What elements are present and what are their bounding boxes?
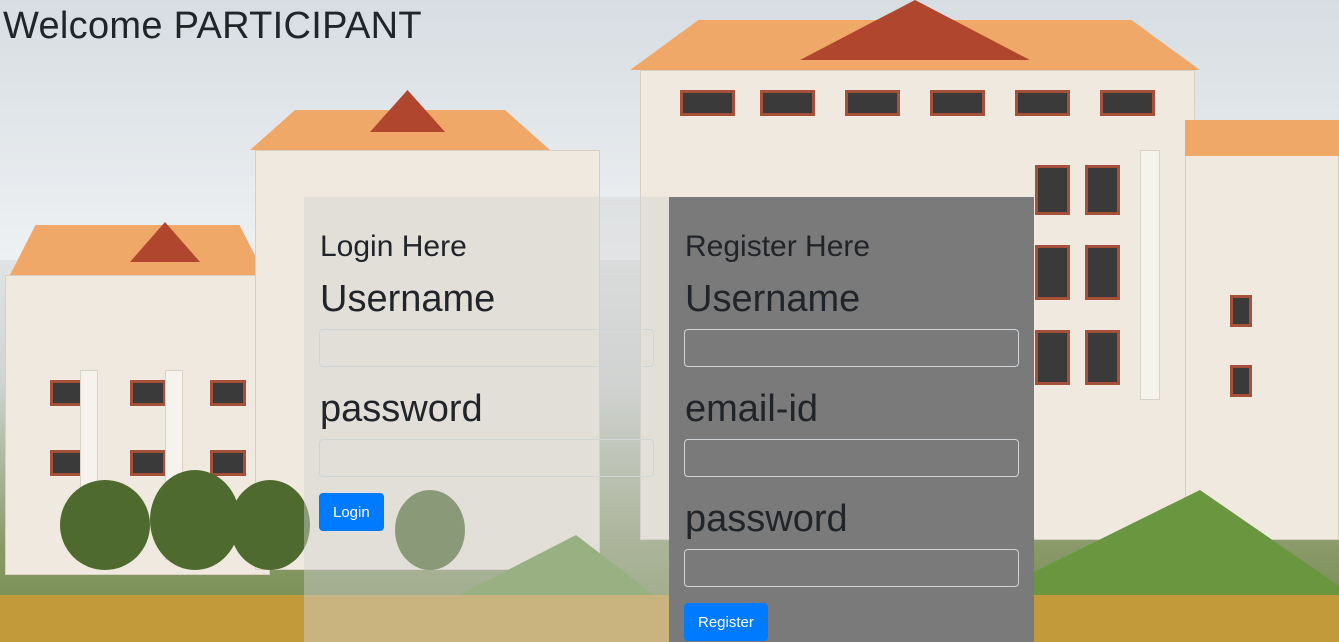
login-heading: Login Here (320, 230, 467, 263)
roof-right-wing (1185, 120, 1339, 156)
login-password-label: password (320, 388, 483, 430)
register-username-label: Username (685, 278, 861, 320)
window (760, 90, 815, 116)
window (210, 450, 246, 476)
window (1085, 330, 1120, 385)
window (930, 90, 985, 116)
pillar (1140, 150, 1160, 400)
login-username-label: Username (320, 278, 496, 320)
palm-tree (150, 470, 240, 570)
window (210, 380, 246, 406)
window (130, 450, 166, 476)
window (1035, 165, 1070, 215)
window (1015, 90, 1070, 116)
roof-left (10, 225, 265, 275)
page-title: Welcome PARTICIPANT (3, 5, 422, 47)
register-panel: Register Here Username email-id password… (669, 197, 1034, 642)
register-username-input[interactable] (684, 329, 1019, 367)
window (1100, 90, 1155, 116)
window (1230, 295, 1252, 327)
palm-tree (230, 480, 310, 570)
window (680, 90, 735, 116)
login-username-input[interactable] (319, 329, 654, 367)
register-password-input[interactable] (684, 549, 1019, 587)
register-button[interactable]: Register (684, 603, 768, 641)
login-panel: Login Here Username password Login (304, 197, 669, 642)
window (1085, 165, 1120, 215)
login-button[interactable]: Login (319, 493, 384, 531)
register-password-label: password (685, 498, 848, 540)
building-right-wing (1185, 150, 1339, 540)
palm-tree (60, 480, 150, 570)
window (1230, 365, 1252, 397)
register-email-input[interactable] (684, 439, 1019, 477)
window (1035, 245, 1070, 300)
register-heading: Register Here (685, 230, 871, 263)
window (130, 380, 166, 406)
register-email-label: email-id (685, 388, 819, 430)
window (1035, 330, 1070, 385)
window (1085, 245, 1120, 300)
window (845, 90, 900, 116)
login-password-input[interactable] (319, 439, 654, 477)
